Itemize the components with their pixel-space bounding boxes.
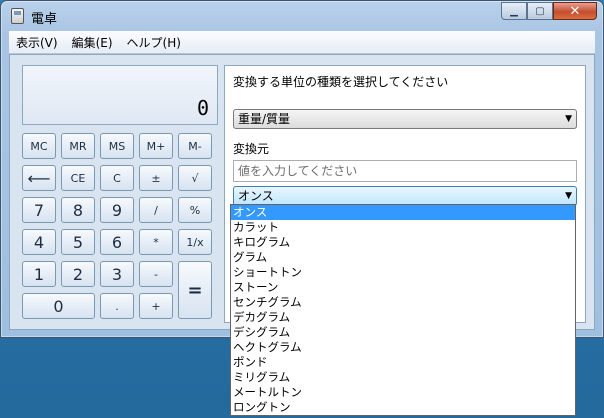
list-item[interactable]: カラット: [231, 220, 575, 235]
from-unit-select[interactable]: オンス ▼: [233, 186, 577, 206]
memory-store-button[interactable]: MS: [100, 133, 134, 159]
digit-2-button[interactable]: 2: [61, 261, 95, 287]
add-button[interactable]: +: [139, 293, 173, 319]
window-title: 電卓: [31, 12, 58, 27]
list-item[interactable]: メートルトン: [231, 385, 575, 400]
list-item[interactable]: デカグラム: [231, 310, 575, 325]
menu-help[interactable]: ヘルプ(H): [120, 34, 188, 51]
display-value: 0: [196, 96, 209, 120]
display: 0: [22, 65, 218, 125]
digit-4-button[interactable]: 4: [22, 229, 56, 255]
multiply-button[interactable]: *: [139, 229, 173, 255]
conversion-heading: 変換する単位の種類を選択してください: [233, 75, 449, 89]
menu-view[interactable]: 表示(V): [9, 34, 65, 51]
list-item[interactable]: ポンド: [231, 355, 575, 370]
list-item[interactable]: キログラム: [231, 235, 575, 250]
window-controls: ▁ ▢ ✕: [501, 2, 597, 20]
clear-button[interactable]: C: [100, 165, 134, 191]
percent-button[interactable]: %: [178, 197, 212, 223]
plus-minus-button[interactable]: ±: [139, 165, 173, 191]
from-unit-value: オンス: [238, 189, 274, 203]
list-item[interactable]: デシグラム: [231, 325, 575, 340]
memory-clear-button[interactable]: MC: [22, 133, 56, 159]
backspace-button[interactable]: ⟵: [22, 165, 56, 191]
digit-1-button[interactable]: 1: [22, 261, 56, 287]
memory-recall-button[interactable]: MR: [61, 133, 95, 159]
from-label: 変換元: [233, 142, 270, 156]
unit-dropdown-list: オンス カラット キログラム グラム ショートトン ストーン センチグラム デカ…: [230, 204, 576, 416]
list-item[interactable]: センチグラム: [231, 295, 575, 310]
digit-8-button[interactable]: 8: [61, 197, 95, 223]
minimize-button[interactable]: ▁: [501, 2, 527, 20]
digit-3-button[interactable]: 3: [100, 261, 134, 287]
value-input[interactable]: 値を入力してください: [233, 160, 577, 182]
list-item[interactable]: ミリグラム: [231, 370, 575, 385]
chevron-down-icon: ▼: [565, 114, 572, 124]
list-item[interactable]: ヘクトグラム: [231, 340, 575, 355]
calculator-app-icon: [11, 8, 24, 24]
digit-9-button[interactable]: 9: [100, 197, 134, 223]
memory-add-button[interactable]: M+: [139, 133, 173, 159]
subtract-button[interactable]: -: [139, 261, 173, 287]
unit-type-select[interactable]: 重量/質量 ▼: [233, 109, 577, 129]
unit-type-value: 重量/質量: [238, 112, 291, 126]
memory-subtract-button[interactable]: M-: [178, 133, 212, 159]
list-item[interactable]: オンス: [231, 205, 575, 220]
digit-6-button[interactable]: 6: [100, 229, 134, 255]
reciprocal-button[interactable]: 1/x: [178, 229, 212, 255]
digit-0-button[interactable]: 0: [22, 293, 95, 319]
close-button[interactable]: ✕: [553, 2, 597, 20]
list-item[interactable]: グラム: [231, 250, 575, 265]
title-bar[interactable]: 電卓 ▁ ▢ ✕: [1, 1, 603, 31]
menu-bar: 表示(V) 編集(E) ヘルプ(H): [9, 31, 595, 54]
chevron-down-icon: ▼: [565, 191, 572, 201]
list-item[interactable]: ショートトン: [231, 265, 575, 280]
decimal-button[interactable]: .: [100, 293, 134, 319]
list-item[interactable]: ロングトン: [231, 400, 575, 415]
digit-5-button[interactable]: 5: [61, 229, 95, 255]
list-item[interactable]: ストーン: [231, 280, 575, 295]
divide-button[interactable]: /: [139, 197, 173, 223]
menu-edit[interactable]: 編集(E): [65, 34, 120, 51]
maximize-button[interactable]: ▢: [527, 2, 553, 20]
equals-button[interactable]: =: [178, 261, 212, 319]
clear-entry-button[interactable]: CE: [61, 165, 95, 191]
square-root-button[interactable]: √: [178, 165, 212, 191]
digit-7-button[interactable]: 7: [22, 197, 56, 223]
